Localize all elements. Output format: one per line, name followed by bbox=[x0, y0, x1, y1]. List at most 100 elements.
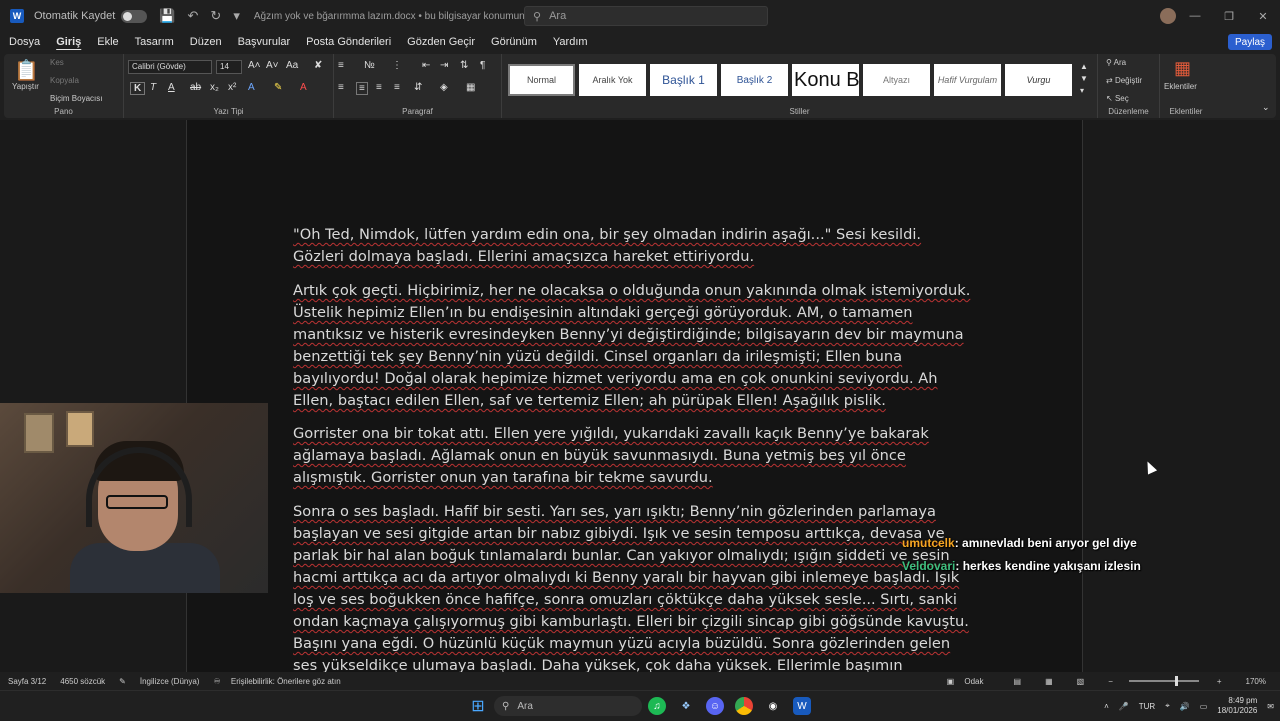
word-count[interactable]: 4650 sözcük bbox=[60, 677, 105, 686]
sort-icon[interactable]: ⇅ bbox=[460, 60, 468, 71]
read-mode-icon[interactable]: ▤ bbox=[1014, 677, 1022, 686]
clear-formatting-icon[interactable]: ✘ bbox=[314, 60, 322, 71]
grow-font-icon[interactable]: A˄ bbox=[248, 60, 261, 71]
bullets-icon[interactable]: ≡ bbox=[338, 60, 344, 71]
style-subtle-emphasis[interactable]: Hafif Vurgulam bbox=[934, 64, 1001, 96]
italic-icon[interactable]: T bbox=[150, 82, 156, 93]
show-marks-icon[interactable]: ¶ bbox=[480, 60, 485, 71]
zoom-level[interactable]: 170% bbox=[1246, 677, 1266, 686]
menu-dosya[interactable]: Dosya bbox=[9, 36, 40, 48]
underline-icon[interactable]: A bbox=[168, 82, 175, 93]
font-name-select[interactable]: Calibri (Gövde) bbox=[128, 60, 212, 74]
obs-icon[interactable]: ◉ bbox=[764, 697, 782, 715]
strikethrough-icon[interactable]: ab bbox=[190, 82, 201, 93]
align-right-icon[interactable]: ≡ bbox=[376, 82, 382, 93]
replace-button[interactable]: ⇄ Değiştir bbox=[1106, 76, 1142, 85]
paragraph-1[interactable]: "Oh Ted, Nimdok, lütfen yardım edin ona,… bbox=[293, 224, 973, 268]
superscript-icon[interactable]: x² bbox=[228, 82, 236, 93]
discord-icon[interactable]: ☺ bbox=[706, 697, 724, 715]
document-page[interactable]: "Oh Ted, Nimdok, lütfen yardım edin ona,… bbox=[186, 120, 1083, 672]
justify-icon[interactable]: ≡ bbox=[394, 82, 400, 93]
increase-indent-icon[interactable]: ⇥ bbox=[440, 60, 448, 71]
zoom-slider[interactable] bbox=[1128, 676, 1199, 686]
chrome-icon[interactable] bbox=[735, 697, 753, 715]
microphone-icon[interactable]: 🎤 bbox=[1119, 702, 1129, 711]
style-heading-1[interactable]: Başlık 1 bbox=[650, 64, 717, 96]
style-no-spacing[interactable]: Aralık Yok bbox=[579, 64, 646, 96]
menu-tasarim[interactable]: Tasarım bbox=[135, 36, 174, 48]
page-count[interactable]: Sayfa 3/12 bbox=[8, 677, 46, 686]
share-button[interactable]: Paylaş bbox=[1227, 34, 1272, 50]
menu-gorunum[interactable]: Görünüm bbox=[491, 36, 537, 48]
styles-scroll-up-icon[interactable]: ▲ bbox=[1080, 62, 1088, 71]
multilevel-list-icon[interactable]: ⋮ bbox=[392, 60, 402, 71]
menu-yardim[interactable]: Yardım bbox=[553, 36, 588, 48]
decrease-indent-icon[interactable]: ⇤ bbox=[422, 60, 430, 71]
menu-duzen[interactable]: Düzen bbox=[190, 36, 222, 48]
styles-more-icon[interactable]: ▾ bbox=[1080, 86, 1084, 95]
undo-icon[interactable]: ↶ bbox=[188, 8, 199, 24]
style-emphasis[interactable]: Vurgu bbox=[1005, 64, 1072, 96]
app-icon[interactable]: ❖ bbox=[677, 697, 695, 715]
word-taskbar-icon[interactable]: W bbox=[793, 697, 811, 715]
search-input[interactable]: ⚲ Ara bbox=[524, 6, 768, 26]
paragraph-3[interactable]: Gorrister ona bir tokat attı. Ellen yere… bbox=[293, 423, 973, 489]
redo-icon[interactable]: ↻ bbox=[210, 8, 221, 24]
paragraph-2[interactable]: Artık çok geçti. Hiçbirimiz, her ne olac… bbox=[293, 280, 973, 412]
format-painter-button[interactable]: Biçim Boyacısı bbox=[50, 94, 102, 103]
shading-icon[interactable]: ◈ bbox=[440, 82, 448, 93]
text-effects-icon[interactable]: A bbox=[248, 82, 255, 93]
shrink-font-icon[interactable]: A˅ bbox=[266, 60, 279, 71]
line-spacing-icon[interactable]: ⇵ bbox=[414, 82, 422, 93]
style-title[interactable]: Konu Başlığı bbox=[792, 64, 859, 96]
focus-button[interactable]: ▣ Odak bbox=[947, 677, 990, 686]
paste-icon[interactable]: 📋 bbox=[14, 58, 39, 83]
zoom-in-icon[interactable]: + bbox=[1217, 677, 1222, 686]
style-subtitle[interactable]: Altyazı bbox=[863, 64, 930, 96]
close-button[interactable]: ✕ bbox=[1246, 0, 1280, 32]
paste-label[interactable]: Yapıştır bbox=[12, 82, 39, 91]
notifications-icon[interactable]: ✉ bbox=[1267, 702, 1274, 711]
paragraph-4[interactable]: Sonra o ses başladı. Hafif bir sesti. Ya… bbox=[293, 501, 973, 672]
menu-gozden-gecir[interactable]: Gözden Geçir bbox=[407, 36, 475, 48]
language[interactable]: İngilizce (Dünya) bbox=[140, 677, 200, 686]
spotify-icon[interactable]: ♫ bbox=[648, 697, 666, 715]
zoom-out-icon[interactable]: − bbox=[1108, 677, 1113, 686]
clock[interactable]: 8:49 pm 18/01/2026 bbox=[1217, 696, 1257, 716]
battery-icon[interactable]: ▭ bbox=[1200, 702, 1208, 711]
save-icon[interactable]: 💾 bbox=[159, 8, 175, 24]
select-button[interactable]: ↖ Seç bbox=[1106, 94, 1129, 103]
align-left-icon[interactable]: ≡ bbox=[338, 82, 344, 93]
numbering-icon[interactable]: № bbox=[364, 60, 375, 71]
style-normal[interactable]: Normal bbox=[508, 64, 575, 96]
addins-icon[interactable]: ▦ bbox=[1174, 58, 1191, 79]
style-heading-2[interactable]: Başlık 2 bbox=[721, 64, 788, 96]
customize-qat-icon[interactable]: ▾ bbox=[233, 8, 240, 24]
accessibility-status[interactable]: ♾ Erişilebilirlik: Önerilere göz atın bbox=[213, 677, 346, 686]
highlight-icon[interactable]: ✎ bbox=[274, 82, 282, 93]
volume-icon[interactable]: 🔊 bbox=[1180, 702, 1190, 711]
font-color-icon[interactable]: A bbox=[300, 82, 307, 93]
menu-posta[interactable]: Posta Gönderileri bbox=[306, 36, 391, 48]
styles-scroll-down-icon[interactable]: ▼ bbox=[1080, 74, 1088, 83]
collapse-ribbon-icon[interactable]: ⌄ bbox=[1262, 102, 1270, 113]
change-case-icon[interactable]: Aa bbox=[286, 60, 298, 71]
borders-icon[interactable]: ▦ bbox=[466, 82, 475, 93]
bold-icon[interactable]: K bbox=[130, 82, 146, 95]
align-center-icon[interactable]: ≡ bbox=[356, 82, 368, 95]
font-size-select[interactable]: 14 bbox=[216, 60, 242, 74]
copy-button[interactable]: Kopyala bbox=[50, 76, 79, 85]
subscript-icon[interactable]: x₂ bbox=[210, 82, 219, 93]
menu-giris[interactable]: Giriş bbox=[56, 36, 81, 48]
addins-button[interactable]: Eklentiler bbox=[1164, 82, 1197, 91]
cut-button[interactable]: Kes bbox=[50, 58, 64, 67]
minimize-button[interactable]: — bbox=[1178, 0, 1212, 32]
avatar[interactable] bbox=[1160, 8, 1176, 24]
find-button[interactable]: ⚲ Ara bbox=[1106, 58, 1126, 67]
menu-basvurular[interactable]: Başvurular bbox=[238, 36, 291, 48]
autosave-toggle[interactable] bbox=[121, 9, 148, 23]
taskbar-search[interactable]: ⚲ Ara bbox=[494, 696, 642, 716]
proofing-icon[interactable]: ✎ bbox=[119, 677, 126, 686]
web-layout-icon[interactable]: ▧ bbox=[1077, 677, 1085, 686]
menu-ekle[interactable]: Ekle bbox=[97, 36, 118, 48]
